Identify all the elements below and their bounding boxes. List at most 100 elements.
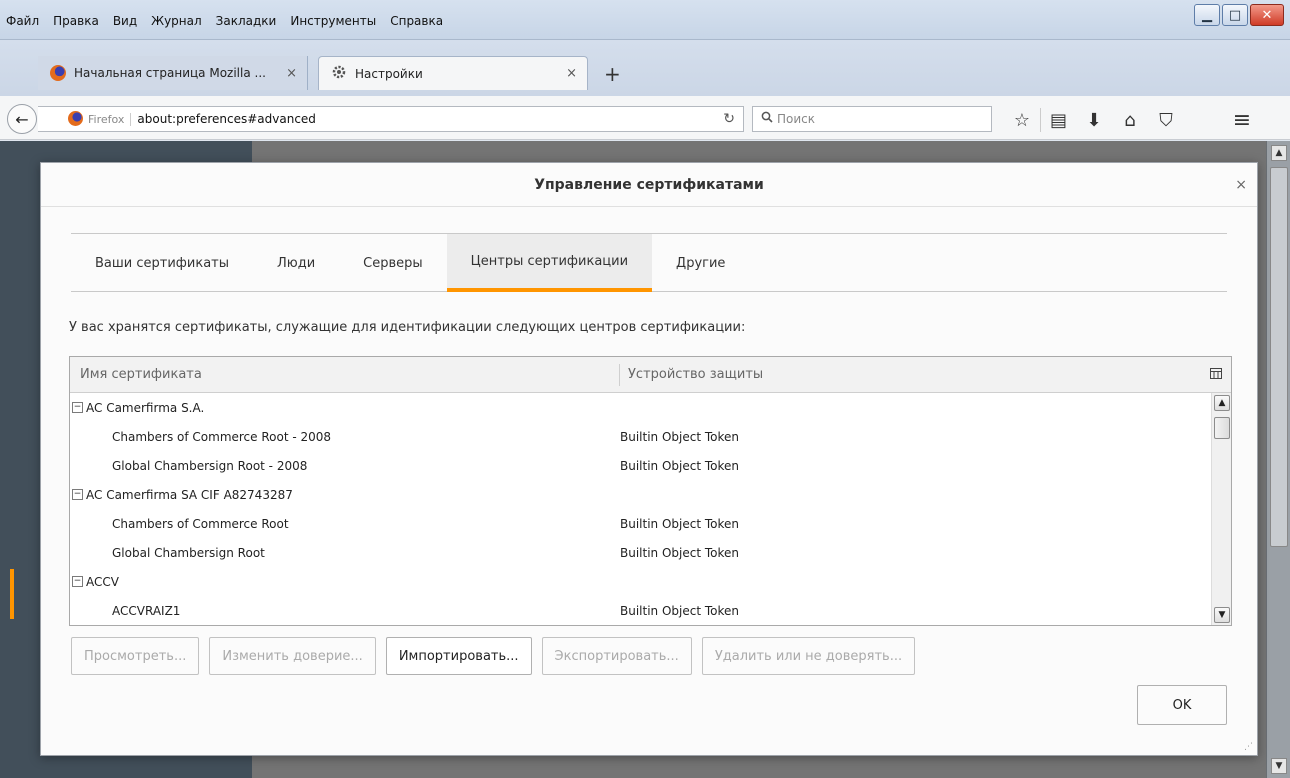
tab-your-certificates[interactable]: Ваши сертификаты [71, 234, 253, 292]
tree-group-row[interactable]: − AC Camerfirma S.A. [70, 393, 1211, 422]
certificate-name-text: Chambers of Commerce Root [112, 516, 289, 531]
maximize-button[interactable]: □ [1222, 4, 1248, 26]
reading-list-icon[interactable]: ▤ [1040, 108, 1076, 132]
tree-row[interactable]: ACCVRAIZ1 Builtin Object Token [70, 596, 1211, 625]
tree-row[interactable]: Chambers of Commerce Root - 2008 Builtin … [70, 422, 1211, 451]
cell-security-device: Builtin Object Token [620, 545, 740, 560]
reload-icon[interactable]: ↻ [723, 111, 735, 127]
edit-trust-button[interactable]: Изменить доверие... [209, 637, 376, 675]
search-placeholder: Поиск [777, 112, 816, 126]
back-button[interactable]: ← [7, 104, 37, 134]
certificate-name-text: Global Chambersign Root [112, 545, 265, 560]
cell-certificate-name: ACCVRAIZ1 [70, 604, 620, 618]
certificate-name-text: Chambers of Commerce Root - 2008 [112, 429, 332, 444]
tree-header: Имя сертификата Устройство защиты [70, 357, 1231, 393]
tree-group-row[interactable]: − ACCV [70, 567, 1211, 596]
tree-group-row[interactable]: − AC Camerfirma SA CIF A82743287 [70, 480, 1211, 509]
page-scroll-thumb[interactable] [1270, 167, 1288, 547]
certificate-manager-dialog: Управление сертификатами × Ваши сертифик… [40, 162, 1258, 756]
certificate-tabs: Ваши сертификаты Люди Серверы Центры сер… [71, 234, 1227, 292]
new-tab-button[interactable]: + [604, 62, 621, 86]
tree-scroll-thumb[interactable] [1214, 417, 1230, 439]
home-icon[interactable]: ⌂ [1112, 108, 1148, 132]
menu-file[interactable]: Файл [6, 14, 39, 28]
menu-help[interactable]: Справка [390, 14, 443, 28]
pocket-icon[interactable]: ⛉ [1148, 108, 1184, 132]
certificate-name-text: ACCVRAIZ1 [112, 603, 181, 618]
tab-servers[interactable]: Серверы [339, 234, 447, 292]
export-button[interactable]: Экспортировать... [541, 637, 692, 675]
cell-certificate-name: Chambers of Commerce Root [70, 517, 620, 531]
authorities-description: У вас хранятся сертификаты, служащие для… [69, 320, 746, 335]
certificate-name-text: Global Chambersign Root - 2008 [112, 458, 308, 473]
menu-history[interactable]: Журнал [151, 14, 202, 28]
cell-certificate-name: Global Chambersign Root [70, 546, 620, 560]
tree-scrollbar[interactable]: ▲ ▼ [1211, 393, 1231, 625]
scroll-up-icon[interactable]: ▲ [1271, 145, 1287, 161]
navigation-bar: ← Firefox about:preferences#advanced ↻ П… [0, 96, 1290, 140]
tab-title: Настройки [355, 66, 423, 81]
tree-row[interactable]: Global Chambersign Root - 2008 Builtin Ob… [70, 451, 1211, 480]
menu-bookmarks[interactable]: Закладки [216, 14, 277, 28]
column-security-device[interactable]: Устройство защиты [620, 364, 1201, 386]
page-scrollbar[interactable]: ▲ ▼ [1266, 141, 1290, 778]
menu-tools[interactable]: Инструменты [290, 14, 376, 28]
certificate-tree[interactable]: Имя сертификата Устройство защиты − AC Ca… [69, 356, 1232, 626]
minimize-button[interactable]: ▁ [1194, 4, 1220, 26]
menu-edit[interactable]: Правка [53, 14, 99, 28]
scroll-up-icon[interactable]: ▲ [1214, 395, 1230, 411]
firefox-icon [68, 111, 83, 126]
tree-row[interactable]: Chambers of Commerce Root Builtin Object … [70, 509, 1211, 538]
close-tab-icon[interactable]: × [286, 66, 297, 81]
tree-body: − AC Camerfirma S.A. Chambers of Commerce … [70, 393, 1211, 625]
tab-people[interactable]: Люди [253, 234, 339, 292]
scroll-down-icon[interactable]: ▼ [1214, 607, 1230, 623]
cell-certificate-name: Global Chambersign Root - 2008 [70, 459, 620, 473]
gear-icon [331, 64, 347, 83]
certificate-name-text: ACCV [86, 574, 119, 589]
tab-others[interactable]: Другие [652, 234, 749, 292]
tab-authorities[interactable]: Центры сертификации [446, 234, 653, 292]
cell-certificate-name: − AC Camerfirma S.A. [70, 401, 620, 415]
cell-security-device: Builtin Object Token [620, 458, 740, 473]
window-titlebar: Файл Правка Вид Журнал Закладки Инструме… [0, 0, 1290, 40]
dialog-title: Управление сертификатами [41, 163, 1257, 207]
column-certificate-name[interactable]: Имя сертификата [70, 363, 620, 386]
download-icon[interactable]: ⬇ [1076, 108, 1112, 132]
menu-bar: Файл Правка Вид Журнал Закладки Инструме… [6, 14, 443, 28]
sidebar-selected-indicator [10, 569, 14, 619]
window-controls: ▁ □ ✕ [1194, 4, 1284, 26]
close-dialog-icon[interactable]: × [1235, 177, 1247, 193]
view-button[interactable]: Просмотреть... [71, 637, 200, 675]
cell-certificate-name: − ACCV [70, 575, 620, 589]
url-text[interactable]: about:preferences#advanced [137, 112, 316, 126]
delete-distrust-button[interactable]: Удалить или не доверять... [701, 637, 916, 675]
certificate-name-text: AC Camerfirma SA CIF A82743287 [86, 487, 293, 502]
search-input[interactable]: Поиск [752, 106, 992, 132]
ok-button[interactable]: OK [1137, 685, 1227, 725]
menu-view[interactable]: Вид [113, 14, 137, 28]
hamburger-menu-icon[interactable]: ≡ [1224, 108, 1260, 133]
close-tab-icon[interactable]: × [566, 66, 577, 81]
resize-grip-icon[interactable]: ⋰ [1244, 742, 1253, 752]
cell-security-device: Builtin Object Token [620, 429, 740, 444]
scroll-down-icon[interactable]: ▼ [1271, 758, 1287, 774]
certificate-name-text: AC Camerfirma S.A. [86, 400, 205, 415]
close-window-button[interactable]: ✕ [1250, 4, 1284, 26]
column-picker-icon[interactable] [1201, 367, 1231, 382]
search-icon [761, 111, 773, 127]
toolbar-icons: ☆ ▤ ⬇ ⌂ ⛉ ≡ [1004, 108, 1260, 133]
identity-label[interactable]: Firefox [88, 112, 132, 126]
tree-row[interactable]: Global Chambersign Root Builtin Object To… [70, 538, 1211, 567]
import-button[interactable]: Импортировать... [385, 637, 532, 675]
cell-security-device: Builtin Object Token [620, 603, 740, 618]
tab-strip: Начальная страница Mozilla ... × Настрой… [0, 40, 1290, 96]
collapse-icon[interactable]: − [72, 576, 83, 587]
collapse-icon[interactable]: − [72, 402, 83, 413]
tab-mozilla-start[interactable]: Начальная страница Mozilla ... × [38, 56, 308, 90]
tab-settings[interactable]: Настройки × [318, 56, 588, 90]
url-bar[interactable]: Firefox about:preferences#advanced ↻ [38, 106, 744, 132]
collapse-icon[interactable]: − [72, 489, 83, 500]
cell-certificate-name: − AC Camerfirma SA CIF A82743287 [70, 488, 620, 502]
bookmark-star-icon[interactable]: ☆ [1004, 108, 1040, 132]
